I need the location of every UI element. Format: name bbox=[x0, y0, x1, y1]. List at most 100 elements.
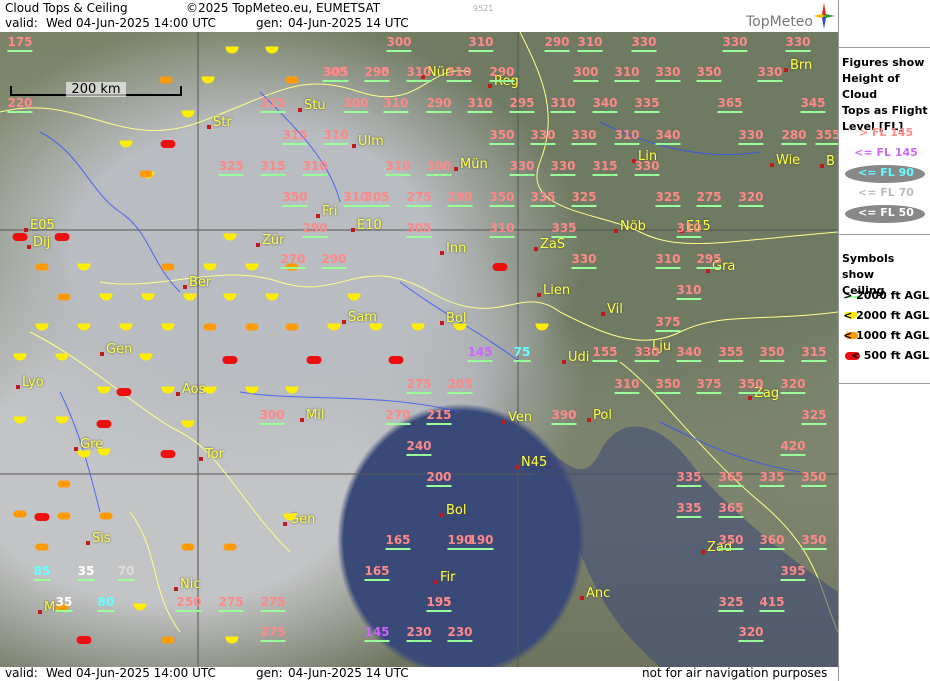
footer-disclaimer: not for air navigation purposes bbox=[642, 666, 828, 680]
cloud-top-figure: 275 bbox=[406, 377, 432, 394]
ceiling-symbol-orange bbox=[181, 543, 195, 551]
ceiling-symbol-orange bbox=[35, 543, 49, 551]
city-marker bbox=[488, 84, 492, 88]
ceiling-symbol-red bbox=[34, 513, 50, 521]
legend-level-70: <= FL 70 bbox=[858, 186, 914, 199]
cloud-top-figure: 300 bbox=[259, 408, 285, 425]
city-label: Mil bbox=[306, 408, 325, 423]
satellite-map[interactable]: 200 km NürBrnRegStuStrUlmMünLinWieBFriE1… bbox=[0, 32, 838, 667]
cloud-top-figure: 365 bbox=[718, 470, 744, 487]
ceiling-symbol-red bbox=[222, 356, 238, 364]
city-label: Bol bbox=[446, 503, 467, 518]
city-label: Fir bbox=[440, 570, 456, 585]
ceiling-symbol-red bbox=[12, 233, 28, 241]
city-marker bbox=[174, 587, 178, 591]
cloud-top-figure: 275 bbox=[406, 190, 432, 207]
city-label: Ber bbox=[189, 275, 212, 290]
cloud-top-figure: 75 bbox=[513, 345, 531, 362]
cloud-top-figure: 310 bbox=[446, 65, 472, 82]
cloud-top-figure: 230 bbox=[406, 625, 432, 642]
cloud-top-figure: 80 bbox=[97, 595, 115, 612]
cloud-top-figure: 330 bbox=[655, 65, 681, 82]
city-marker bbox=[24, 228, 28, 232]
cloud-top-figure: 325 bbox=[718, 595, 744, 612]
city-marker bbox=[820, 164, 824, 168]
cloud-top-figure: 310 bbox=[383, 96, 409, 113]
gen-label: gen: bbox=[256, 16, 283, 30]
cloud-top-figure: 325 bbox=[571, 190, 597, 207]
ceiling-symbol-red bbox=[388, 356, 404, 364]
cloud-top-figure: 85 bbox=[33, 564, 51, 581]
city-label: Ven bbox=[508, 410, 533, 425]
city-label: Fri bbox=[322, 204, 338, 219]
cloud-top-figure: 330 bbox=[757, 65, 783, 82]
cloud-top-figure: 350 bbox=[801, 533, 827, 550]
ceiling-symbol-orange bbox=[285, 323, 299, 331]
cloud-top-figure: 315 bbox=[260, 159, 286, 176]
cloud-top-figure: 365 bbox=[718, 501, 744, 518]
cloud-top-figure: 350 bbox=[282, 190, 308, 207]
city-label: E10 bbox=[357, 218, 382, 233]
cloud-top-figure: 290 bbox=[489, 65, 515, 82]
cloud-top-figure: 70 bbox=[117, 564, 135, 581]
cloud-top-figure: 330 bbox=[550, 159, 576, 176]
cloud-top-figure: 230 bbox=[447, 625, 473, 642]
city-marker bbox=[534, 247, 538, 251]
legend-level-above-145: > FL 145 bbox=[858, 126, 914, 139]
cloud-top-figure: 310 bbox=[302, 159, 328, 176]
cloud-top-figure: 335 bbox=[551, 221, 577, 238]
ceiling-symbol-orange bbox=[159, 76, 173, 84]
cloud-top-figure: 310 bbox=[676, 283, 702, 300]
cloud-top-figure: 350 bbox=[738, 377, 764, 394]
cloud-top-figure: 215 bbox=[426, 408, 452, 425]
cloud-top-figure: 325 bbox=[655, 190, 681, 207]
cloud-top-figure: 310 bbox=[676, 221, 702, 238]
cloud-top-figure: 335 bbox=[676, 501, 702, 518]
city-label: N45 bbox=[521, 455, 548, 470]
cloud-top-figure: 310 bbox=[614, 65, 640, 82]
city-label: Nöb bbox=[620, 219, 646, 234]
cloud-top-figure: 195 bbox=[426, 595, 452, 612]
city-marker bbox=[256, 243, 260, 247]
cloud-top-figure: 200 bbox=[426, 470, 452, 487]
city-label: Sis bbox=[92, 531, 111, 546]
scale-label: 200 km bbox=[66, 82, 126, 97]
city-label: Dij bbox=[33, 235, 51, 250]
cloud-top-figure: 335 bbox=[530, 190, 556, 207]
footer-valid-time: Wed 04-Jun-2025 14:00 UTC bbox=[46, 666, 216, 680]
valid-label: valid: bbox=[5, 16, 38, 30]
legend-level-145: <= FL 145 bbox=[854, 146, 918, 159]
cloud-top-figure: 310 bbox=[655, 252, 681, 269]
cloud-top-figure: 340 bbox=[592, 96, 618, 113]
cloud-top-figure: 175 bbox=[7, 35, 33, 52]
cloud-top-figure: 360 bbox=[759, 533, 785, 550]
copyright: ©2025 TopMeteo.eu, EUMETSAT bbox=[186, 1, 381, 15]
ceiling-symbol-red bbox=[54, 233, 70, 241]
cloud-top-figure: 315 bbox=[260, 96, 286, 113]
city-label: Vil bbox=[607, 302, 623, 317]
city-marker bbox=[515, 465, 519, 469]
ceiling-symbol-red bbox=[96, 420, 112, 428]
brand-logo: TopMeteo bbox=[746, 14, 813, 30]
cloud-top-figure: 310 bbox=[614, 128, 640, 145]
city-label: Ulm bbox=[358, 134, 384, 149]
ceiling-symbol-red bbox=[492, 263, 508, 271]
ceiling-symbol-red bbox=[76, 636, 92, 644]
cloud-top-figure: 35 bbox=[77, 564, 95, 581]
city-label: Mün bbox=[460, 157, 488, 172]
cloud-top-figure: 310 bbox=[614, 377, 640, 394]
city-label: Stu bbox=[304, 98, 326, 113]
city-marker bbox=[580, 596, 584, 600]
cloud-top-figure: 345 bbox=[800, 96, 826, 113]
cloud-top-figure: 365 bbox=[717, 96, 743, 113]
cloud-top-figure: 335 bbox=[634, 96, 660, 113]
city-label: Lien bbox=[543, 283, 571, 298]
cloud-top-figure: 190 bbox=[468, 533, 494, 550]
footer-gen-time: 04-Jun-2025 14 UTC bbox=[288, 666, 409, 680]
cloud-top-figure: 325 bbox=[801, 408, 827, 425]
cloud-top-figure: 310 bbox=[385, 159, 411, 176]
cloud-top-figure: 155 bbox=[592, 345, 618, 362]
city-marker bbox=[316, 214, 320, 218]
cloud-top-figure: 300 bbox=[426, 159, 452, 176]
city-marker bbox=[701, 550, 705, 554]
